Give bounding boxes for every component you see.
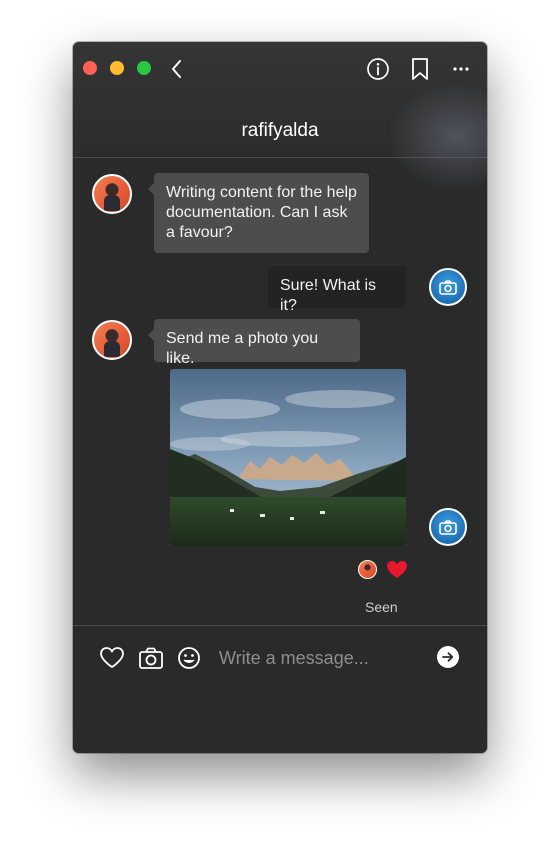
user-camera-avatar[interactable] [429,508,467,546]
seen-status: Seen [365,599,398,615]
chat-window: rafifyalda Writing content for the help … [73,42,487,753]
incoming-message: Send me a photo you like. [148,319,360,367]
camera-icon[interactable] [138,646,164,670]
mountain-landscape-photo [170,369,406,546]
back-icon[interactable] [167,58,187,80]
contact-avatar[interactable] [92,320,132,360]
reaction-avatar [358,560,377,579]
reaction-heart-icon[interactable] [386,560,408,580]
conversation-title: rafifyalda [241,120,319,141]
camera-icon [439,280,457,295]
heart-icon[interactable] [99,646,125,670]
zoom-window-button[interactable] [137,61,151,75]
incoming-message: Writing content for the help documentati… [148,173,369,253]
more-icon[interactable] [449,59,473,79]
message-composer [73,625,487,753]
send-button[interactable] [437,646,459,668]
close-window-button[interactable] [83,61,97,75]
contact-avatar[interactable] [92,174,132,214]
message-input[interactable] [219,646,429,670]
emoji-icon[interactable] [177,646,201,670]
info-icon[interactable] [366,57,390,81]
send-icon [442,652,454,662]
minimize-window-button[interactable] [110,61,124,75]
title-bar: rafifyalda [73,42,487,192]
outgoing-message: Sure! What is it? [268,266,406,314]
bookmark-icon[interactable] [409,57,431,81]
user-camera-avatar[interactable] [429,268,467,306]
shared-photo[interactable] [170,369,406,546]
camera-icon [439,520,457,535]
message-list[interactable]: Writing content for the help documentati… [73,158,487,625]
